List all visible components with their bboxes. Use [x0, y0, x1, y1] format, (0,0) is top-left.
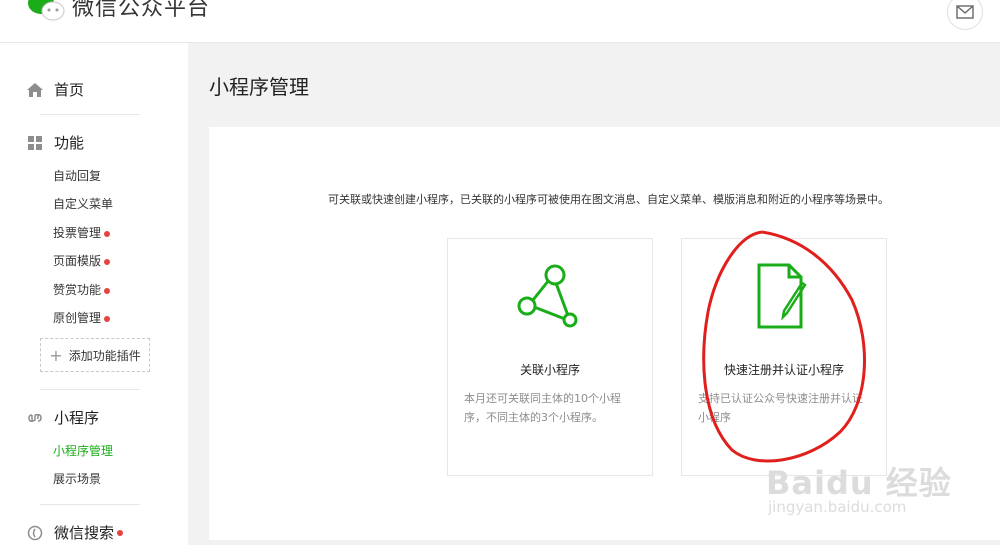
card-description: 支持已认证公众号快速注册并认证小程序: [698, 392, 863, 424]
brand-title: 微信公众平台: [72, 0, 211, 21]
divider: [40, 504, 140, 505]
sidebar-item-label: 自定义菜单: [53, 197, 114, 211]
sidebar-item-miniprogram-manage[interactable]: 小程序管理: [53, 442, 113, 459]
add-plugin-label: 添加功能插件: [68, 348, 141, 363]
watermark: Baidu 经验 jingyan.baidu.com: [766, 458, 952, 516]
sidebar-section-search: 微信搜索: [26, 522, 124, 543]
add-plugin-button[interactable]: + 添加功能插件: [40, 338, 150, 372]
intro-text: 可关联或快速创建小程序，已关联的小程序可被使用在图文消息、自定义菜单、模版消息和…: [328, 193, 889, 206]
sidebar-item-auto-reply[interactable]: 自动回复: [53, 167, 101, 184]
card-title: 快速注册并认证小程序: [723, 363, 844, 377]
sidebar-section-miniprogram: 小程序: [26, 407, 99, 428]
sidebar-home-label: 首页: [54, 81, 85, 99]
new-badge-dot: [117, 529, 124, 536]
sidebar-item-vote[interactable]: 投票管理: [53, 224, 111, 241]
sidebar-miniprogram-title: 小程序: [54, 409, 100, 427]
sidebar-item-home[interactable]: 首页: [26, 79, 84, 100]
divider: [40, 114, 140, 115]
home-icon: [26, 81, 44, 99]
page-title: 小程序管理: [209, 75, 309, 99]
grid-icon: [26, 134, 44, 152]
new-badge-dot: [104, 315, 111, 322]
search-icon: [26, 524, 44, 542]
card-title: 关联小程序: [519, 363, 580, 377]
link-miniprogram-card[interactable]: 关联小程序 本月还可关联同主体的10个小程序，不同主体的3个小程序。: [447, 238, 653, 476]
sidebar-item-label: 投票管理: [53, 226, 102, 240]
document-edit-icon: [757, 263, 807, 329]
miniprogram-icon: [26, 409, 44, 427]
sidebar-item-page-template[interactable]: 页面模版: [53, 252, 111, 269]
sidebar-section-features: 功能: [26, 132, 84, 153]
top-bar: 微信公众平台: [0, 0, 1000, 43]
sidebar-item-reward[interactable]: 赞赏功能: [53, 281, 111, 298]
sidebar-item-display-scene[interactable]: 展示场景: [53, 470, 101, 487]
sidebar-features-title: 功能: [54, 134, 85, 152]
quick-register-card[interactable]: 快速注册并认证小程序 支持已认证公众号快速注册并认证小程序: [681, 238, 887, 476]
card-description: 本月还可关联同主体的10个小程序，不同主体的3个小程序。: [464, 392, 621, 424]
new-badge-dot: [104, 287, 111, 294]
plus-icon: +: [49, 345, 63, 365]
link-nodes-icon: [517, 264, 578, 328]
sidebar-item-label: 小程序管理: [53, 444, 114, 458]
sidebar-item-label: 页面模版: [53, 254, 102, 268]
divider: [40, 389, 140, 390]
sidebar-item-label: 原创管理: [53, 311, 102, 325]
new-badge-dot: [104, 258, 111, 265]
sidebar-item-custom-menu[interactable]: 自定义菜单: [53, 195, 113, 212]
sidebar-item-label: 赞赏功能: [53, 283, 102, 297]
sidebar-item-label: 自动回复: [53, 169, 102, 183]
sidebar-item-label: 展示场景: [53, 472, 102, 486]
sidebar-item-original[interactable]: 原创管理: [53, 309, 111, 326]
mail-icon: [956, 5, 974, 19]
sidebar-search-title: 微信搜索: [54, 524, 115, 542]
wechat-logo-icon: [28, 0, 65, 21]
new-badge-dot: [104, 230, 111, 237]
message-button[interactable]: [947, 0, 983, 30]
